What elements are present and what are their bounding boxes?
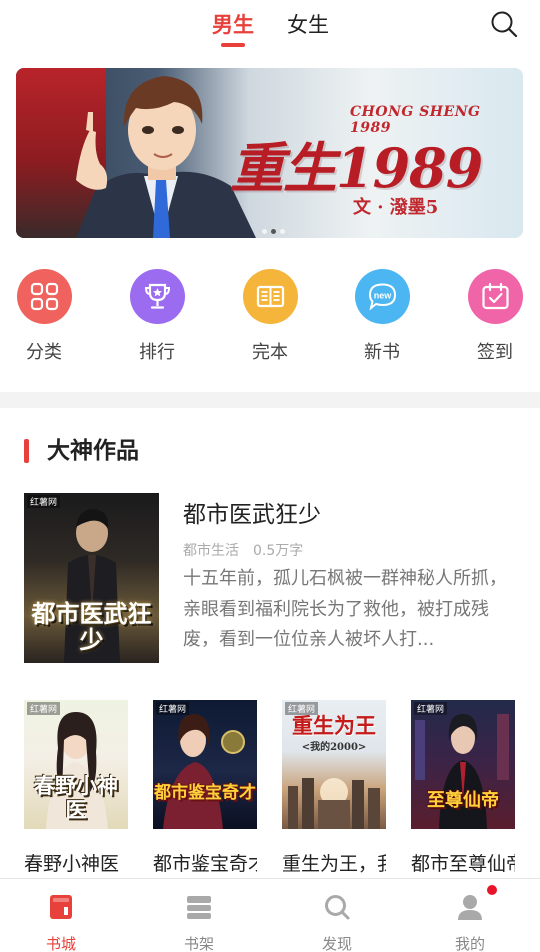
top-bar: 男生 女生 [0,0,540,56]
entry-check-in[interactable]: 签到 [455,266,535,366]
tab-female[interactable]: 女生 [287,10,329,40]
trophy-icon [130,269,185,324]
nav-bookshelf[interactable]: 书架 [154,879,244,952]
book-card[interactable]: 红薯网 都市鉴宝奇才 都市鉴宝奇才 [153,700,257,878]
cover-title-art: 春野小神医 [34,773,118,822]
book-cover: 红薯网 重生为王 <我的2000> [282,700,386,829]
cover-city-illustration [288,778,380,829]
grid-icon [17,269,72,324]
section-accent-bar [24,439,29,463]
cover-title-art: 至尊仙帝 [427,790,499,811]
book-word-count: 0.5万字 [253,543,304,559]
cover-figure-illustration [163,714,245,829]
svg-text:new: new [374,291,393,301]
new-bubble-icon: new [355,269,410,324]
nav-profile[interactable]: 我的 [425,879,515,952]
nav-label: 书城 [45,935,76,952]
tab-male[interactable]: 男生 [212,10,254,40]
entry-label: 分类 [26,342,62,363]
banner-dot [280,229,285,234]
promo-banner[interactable]: CHONG SHENG 1989 重生1989 文 · 潑墨5 [16,68,523,238]
bottom-navigation: 书城 书架 发现 我的 [0,878,540,952]
banner-dot [262,229,267,234]
section-title: 大神作品 [47,438,139,464]
nav-label: 发现 [321,935,352,952]
book-card[interactable]: 红薯网 至尊仙帝 都市至尊仙帝 [411,700,515,878]
nav-bookstore[interactable]: 书城 [16,879,106,952]
banner-title: 重生1989 [230,136,483,200]
notification-dot [487,885,497,895]
entry-category[interactable]: 分类 [4,266,84,366]
entry-label: 新书 [364,342,400,363]
search-icon[interactable] [488,8,520,40]
featured-book-meta: 都市生活 0.5万字 [183,540,303,560]
book-cover: 红薯网 至尊仙帝 [411,700,515,829]
featured-book-description: 十五年前，孤儿石枫被一群神秘人所抓，亲眼看到福利院长为了救他，被打成残废，看到一… [183,568,507,650]
entry-label: 签到 [477,342,513,363]
calendar-check-icon [468,269,523,324]
book-title: 都市至尊仙帝 [411,853,515,875]
quick-entries: 分类 排行 完本 new 新书 签到 [0,266,540,370]
book-card[interactable]: 红薯网 重生为王 <我的2000> 重生为王，我的2000 [282,700,386,878]
nav-label: 书架 [183,935,214,952]
entry-new-books[interactable]: new 新书 [342,266,422,366]
book-title: 重生为王，我的2000 [282,853,386,875]
discover-search-icon [323,893,351,921]
cover-title-art: 都市鉴宝奇才 [154,783,256,803]
entry-ranking[interactable]: 排行 [117,266,197,366]
nav-discover[interactable]: 发现 [292,879,382,952]
profile-icon [456,893,484,921]
entry-completed[interactable]: 完本 [230,266,310,366]
banner-dot-active [271,229,276,234]
bookshelf-icon [185,893,213,921]
book-title: 都市鉴宝奇才 [153,853,257,875]
entry-label: 排行 [139,342,175,363]
nav-label: 我的 [454,935,485,952]
book-title: 春野小神医 [24,853,120,875]
cover-title-art: 都市医武狂少 [31,599,152,654]
featured-book-title[interactable]: 都市医武狂少 [183,499,321,531]
book-card[interactable]: 红薯网 春野小神医 春野小神医 [24,700,128,878]
book-category: 都市生活 [183,543,239,559]
banner-author: 文 · 潑墨5 [353,197,439,218]
bookstore-icon [47,893,75,921]
section-divider [0,392,540,408]
featured-book-cover[interactable]: 红薯网 都市医武狂少 [24,493,159,663]
banner-pagination [262,219,289,234]
tab-active-indicator [221,43,245,47]
book-open-icon [243,269,298,324]
book-cover: 红薯网 春野小神医 [24,700,128,829]
book-cover: 红薯网 都市鉴宝奇才 [153,700,257,829]
entry-label: 完本 [252,342,288,363]
